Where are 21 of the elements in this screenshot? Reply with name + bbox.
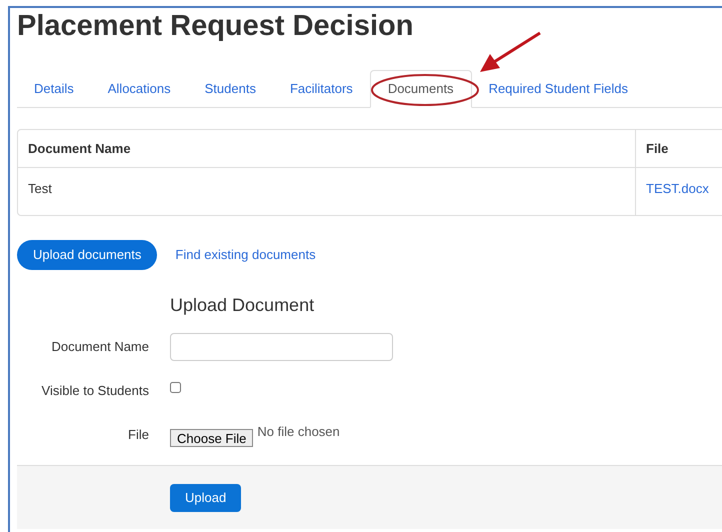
tab[interactable]: Details (17, 70, 91, 108)
checkbox[interactable] (170, 382, 181, 392)
form-heading: Upload Document (170, 294, 314, 317)
file-link[interactable]: TEST.docx (646, 181, 709, 196)
field-label: File (127, 426, 149, 444)
tab[interactable]: Students (188, 70, 273, 108)
upload-button[interactable]: Upload (170, 484, 242, 512)
file-status: No file chosen (257, 423, 340, 442)
choose-file-button[interactable]: Choose File (170, 429, 254, 447)
tab[interactable]: Required Student Fields (472, 70, 646, 108)
column-header: File (646, 140, 668, 158)
input-field[interactable] (170, 333, 393, 361)
pill-tab[interactable]: Find existing documents (159, 240, 332, 270)
pill-tab[interactable]: Upload documents (17, 240, 158, 270)
tab[interactable]: Allocations (90, 70, 188, 108)
table-cell: Test (28, 181, 52, 196)
field-label: Document Name (50, 338, 149, 356)
page-title: Placement Request Decision (17, 9, 414, 44)
column-header: Document Name (28, 140, 131, 158)
tab[interactable]: Facilitators (272, 70, 370, 108)
field-label: Visible to Students (40, 382, 149, 400)
